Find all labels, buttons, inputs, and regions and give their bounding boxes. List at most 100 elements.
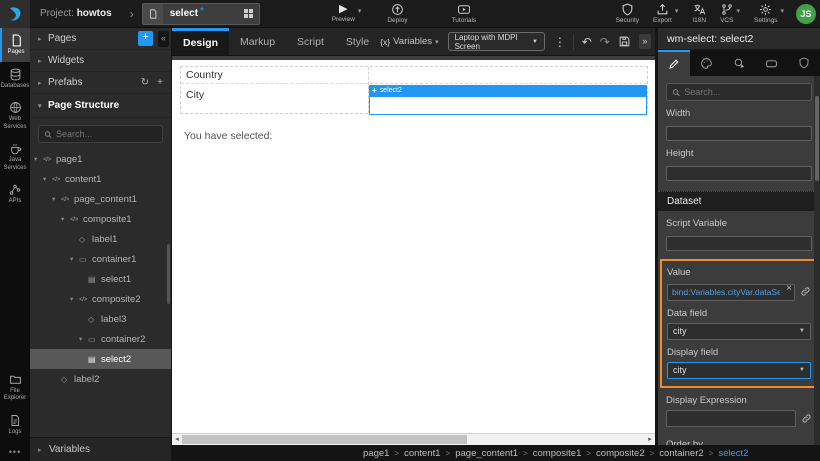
more-options-icon[interactable]: ⋮ (554, 35, 566, 49)
translate-icon (693, 3, 706, 16)
section-widgets[interactable]: ▸ Widgets (30, 50, 171, 72)
settings-button[interactable]: Settings (754, 3, 778, 24)
hscrollbar-thumb[interactable] (182, 435, 467, 444)
breadcrumb-page_content1[interactable]: page_content1 (455, 448, 518, 459)
tree-scrollbar[interactable] (167, 244, 170, 304)
tree-node-select1[interactable]: ▤ select1 (30, 269, 171, 289)
rail-item-java-services[interactable]: Java Services (0, 136, 30, 177)
add-page-button[interactable]: + (138, 31, 153, 46)
expand-toolbar-button[interactable]: » (639, 34, 651, 49)
caret-down-icon[interactable]: ▾ (61, 215, 70, 223)
bind-link-icon[interactable] (800, 286, 811, 297)
caret-down-icon[interactable]: ▾ (70, 295, 79, 303)
you-have-selected-label: You have selected: (184, 130, 272, 142)
deploy-button[interactable]: Deploy (387, 3, 407, 24)
rail-item-file-explorer[interactable]: File Explorer (0, 367, 30, 408)
tree-node-composite2[interactable]: ▾ </> composite2 (30, 289, 171, 309)
tree-node-container1[interactable]: ▾ ▭ container1 (30, 249, 171, 269)
panel-scrollbar-thumb[interactable] (815, 96, 819, 181)
data-field-select[interactable]: city ▼ (667, 323, 811, 340)
display-expression-input[interactable] (666, 410, 796, 427)
tab-properties[interactable] (658, 50, 690, 76)
wavemaker-logo[interactable] (0, 0, 30, 28)
rail-item-pages[interactable]: Pages (0, 28, 30, 62)
breadcrumb-page1[interactable]: page1 (363, 448, 389, 459)
tree-node-label2[interactable]: ◇ label2 (30, 369, 171, 389)
tree-node-content1[interactable]: ▾ </> content1 (30, 169, 171, 189)
tab-design[interactable]: Design (172, 28, 229, 55)
city-label[interactable]: City (186, 89, 204, 101)
rail-overflow-icon[interactable]: ••• (0, 441, 30, 461)
save-button[interactable] (618, 35, 631, 48)
caret-down-icon[interactable]: ▾ (52, 195, 61, 203)
undo-button[interactable]: ↶ (582, 35, 592, 49)
tree-node-label1[interactable]: ◇ label1 (30, 229, 171, 249)
tree-node-select2[interactable]: ▤ select2 (30, 349, 171, 369)
caret-down-icon[interactable]: ▾ (34, 155, 43, 163)
section-pages[interactable]: ▸ Pages + « (30, 28, 171, 50)
variables-button[interactable]: {x} Variables ▾ (380, 36, 438, 47)
rail-item-apis[interactable]: APIs (0, 177, 30, 211)
value-binding-input[interactable] (667, 284, 795, 301)
display-field-select[interactable]: city ▼ (667, 362, 811, 379)
i18n-button[interactable]: I18N (692, 3, 706, 24)
structure-search-input[interactable] (56, 129, 157, 139)
selected-widget-badge[interactable]: + select2 (369, 85, 647, 96)
refresh-icon[interactable]: ↻ (141, 77, 149, 88)
tutorials-button[interactable]: Tutorials (452, 3, 477, 24)
tree-node-label3[interactable]: ◇ label3 (30, 309, 171, 329)
country-label[interactable]: Country (186, 69, 223, 81)
preview-button[interactable]: ▶ Preview (332, 4, 355, 23)
export-caret-icon[interactable]: ▾ (675, 7, 679, 15)
bind-link-icon[interactable] (801, 413, 812, 424)
breadcrumb-content1[interactable]: content1 (404, 448, 440, 459)
breadcrumb-composite2[interactable]: composite2 (596, 448, 645, 459)
collapse-panel-button[interactable]: « (158, 31, 169, 47)
section-variables[interactable]: ▸ Variables (30, 437, 171, 461)
settings-caret-icon[interactable]: ▾ (780, 7, 784, 15)
tree-node-page1[interactable]: ▾ </> page1 (30, 149, 171, 169)
section-prefabs[interactable]: ▸ Prefabs ↻ + (30, 72, 171, 94)
display-expression-label: Display Expression (666, 395, 812, 406)
preview-caret-icon[interactable]: ▾ (358, 7, 362, 15)
rail-item-web-services[interactable]: Web Services (0, 95, 30, 136)
breadcrumb-select2[interactable]: select2 (718, 448, 748, 459)
security-button[interactable]: Security (616, 3, 639, 24)
rail-item-logs[interactable]: Logs (0, 408, 30, 442)
clear-binding-icon[interactable]: × (786, 283, 792, 294)
section-page-structure[interactable]: ▾ Page Structure (30, 94, 171, 118)
select2-widget[interactable] (369, 96, 647, 115)
properties-search-input[interactable] (684, 87, 806, 97)
tab-devices[interactable] (755, 50, 787, 76)
tree-node-page_content1[interactable]: ▾ </> page_content1 (30, 189, 171, 209)
design-canvas[interactable]: Country City + select2 You have selected… (172, 56, 655, 433)
device-selector[interactable]: Laptop with MDPI Screen ▼ (448, 32, 545, 51)
caret-down-icon[interactable]: ▾ (79, 335, 88, 343)
tree-node-composite1[interactable]: ▾ </> composite1 (30, 209, 171, 229)
panel-scrollbar[interactable] (814, 76, 820, 445)
tab-style[interactable]: Style (335, 28, 380, 55)
caret-down-icon[interactable]: ▾ (43, 175, 52, 183)
user-avatar[interactable]: JS (796, 4, 816, 24)
width-input[interactable] (666, 126, 812, 141)
tab-styles[interactable] (690, 50, 722, 76)
vcs-button[interactable]: VCS (720, 3, 733, 24)
tree-node-container2[interactable]: ▾ ▭ container2 (30, 329, 171, 349)
grid-icon[interactable] (244, 9, 253, 18)
height-input[interactable] (666, 166, 812, 181)
tab-events[interactable] (723, 50, 755, 76)
tab-security[interactable] (788, 50, 820, 76)
rail-item-databases[interactable]: Databases (0, 62, 30, 96)
page-tab-select[interactable]: select * (142, 3, 260, 25)
breadcrumb-container2[interactable]: container2 (659, 448, 703, 459)
tab-script[interactable]: Script (286, 28, 335, 55)
script-variable-input[interactable] (666, 236, 812, 251)
tab-markup[interactable]: Markup (229, 28, 286, 55)
add-prefab-icon[interactable]: + (157, 77, 163, 88)
caret-down-icon[interactable]: ▾ (70, 255, 79, 263)
canvas-hscrollbar[interactable]: ◂ ▸ (172, 433, 655, 445)
form-layout[interactable]: Country City + select2 (180, 66, 648, 114)
export-button[interactable]: Export (653, 3, 672, 24)
redo-button[interactable]: ↷ (600, 35, 610, 49)
breadcrumb-composite1[interactable]: composite1 (533, 448, 582, 459)
